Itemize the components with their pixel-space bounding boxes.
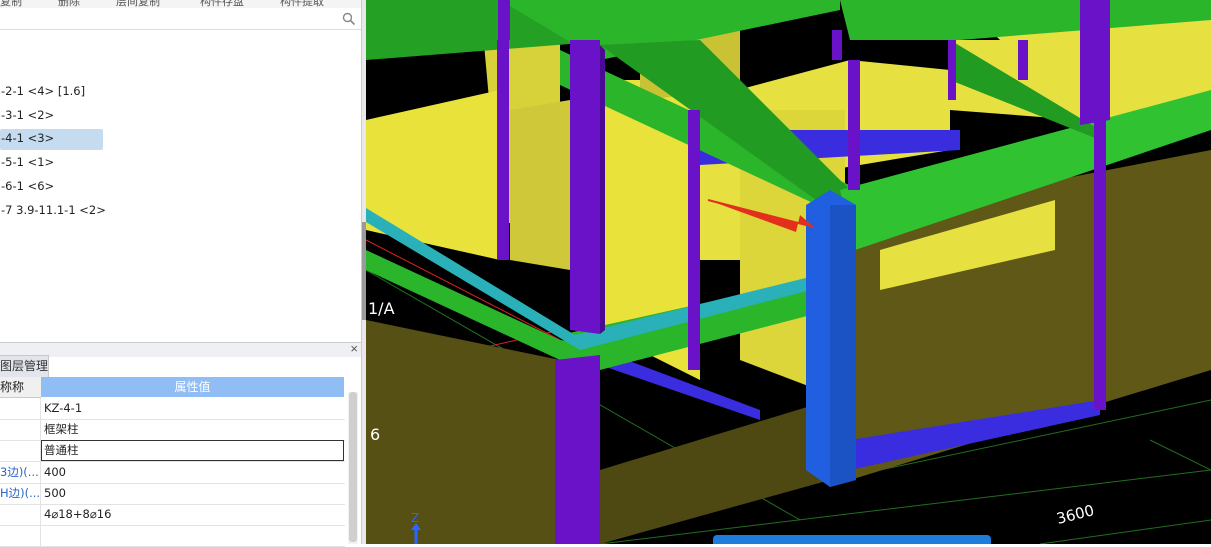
wall-yellow[interactable] [366,90,500,260]
property-row[interactable]: 4⌀18+8⌀16 [0,504,345,526]
wall-yellow[interactable] [510,100,570,270]
3d-viewport[interactable]: 1/A 6 3600 Z [366,0,1211,544]
property-panel-header: × [0,341,362,357]
column-purple[interactable] [600,45,605,334]
component-toolbar: 复制 删除 层间复制 构件存盘 构件提取 [0,0,362,8]
tree-item-kz-3-1[interactable]: -3-1 <2> [0,106,103,127]
property-name [0,419,41,440]
property-value-rebar[interactable]: 4⌀18+8⌀16 [44,504,111,525]
search-icon[interactable] [342,12,356,26]
property-name [0,440,41,461]
column-selected-face [830,205,856,487]
tree-item-kz-2-1[interactable]: -2-1 <4> [1.6] [0,82,103,103]
property-row[interactable]: 框架柱 [0,419,345,441]
toolbar-floor-copy[interactable]: 层间复制 [116,0,160,8]
column-purple[interactable] [570,40,600,334]
property-value[interactable]: 普通柱 [44,440,79,461]
property-value-header: 属性值 [41,377,344,397]
property-row[interactable]: KZ-4-1 [0,398,345,420]
left-panel: 复制 删除 层间复制 构件存盘 构件提取 -2-1 <4> [1.6] -3-1… [0,0,362,547]
toolbar-save-component[interactable]: 构件存盘 [200,0,244,8]
column-purple[interactable] [498,0,510,40]
tree-item-kz-7[interactable]: -7 3.9-11.1-1 <2> [0,201,106,222]
property-name-header: 称称 [0,377,41,398]
tab-layer-management[interactable]: 图层管理 [0,355,49,378]
toolbar-extract-component[interactable]: 构件提取 [280,0,324,8]
property-name [0,504,41,525]
z-axis-label: Z [411,511,419,525]
property-name [0,525,41,546]
column-purple[interactable] [1080,0,1110,125]
property-scrollbar[interactable] [348,392,358,544]
wall-olive[interactable] [600,400,830,544]
property-value[interactable]: KZ-4-1 [44,398,82,419]
tree-item-kz-4-1[interactable]: -4-1 <3> [0,129,103,150]
toolbar-delete[interactable]: 删除 [58,0,80,8]
bottom-floating-toolbar[interactable] [713,535,991,544]
component-search-input[interactable] [0,9,362,30]
property-value[interactable]: 400 [44,462,66,483]
property-value[interactable]: 500 [44,483,66,504]
property-value[interactable]: 框架柱 [44,419,79,440]
axis-label-1a: 1/A [368,299,395,318]
property-name-b-edge: 3边)(... [0,462,41,483]
dimension-label: 3600 [1055,501,1096,528]
3d-model-view[interactable]: 1/A 6 3600 Z [366,0,1211,544]
property-row[interactable]: 普通柱 [0,440,345,462]
property-name [0,398,41,419]
close-icon[interactable]: × [350,341,358,356]
tree-item-kz-5-1[interactable]: -5-1 <1> [0,153,103,174]
property-row[interactable]: H边)(... 500 [0,483,345,505]
axis-label-6: 6 [370,425,380,444]
property-row[interactable]: 3边)(... 400 [0,462,345,484]
toolbar-copy[interactable]: 复制 [0,0,22,8]
tree-item-kz-6-1[interactable]: -6-1 <6> [0,177,103,198]
property-value-editor[interactable] [41,440,344,461]
wall-olive[interactable] [366,320,560,544]
column-purple[interactable] [555,355,600,544]
property-name-h-edge: H边)(... [0,483,41,504]
scrollbar-thumb[interactable] [349,392,357,542]
